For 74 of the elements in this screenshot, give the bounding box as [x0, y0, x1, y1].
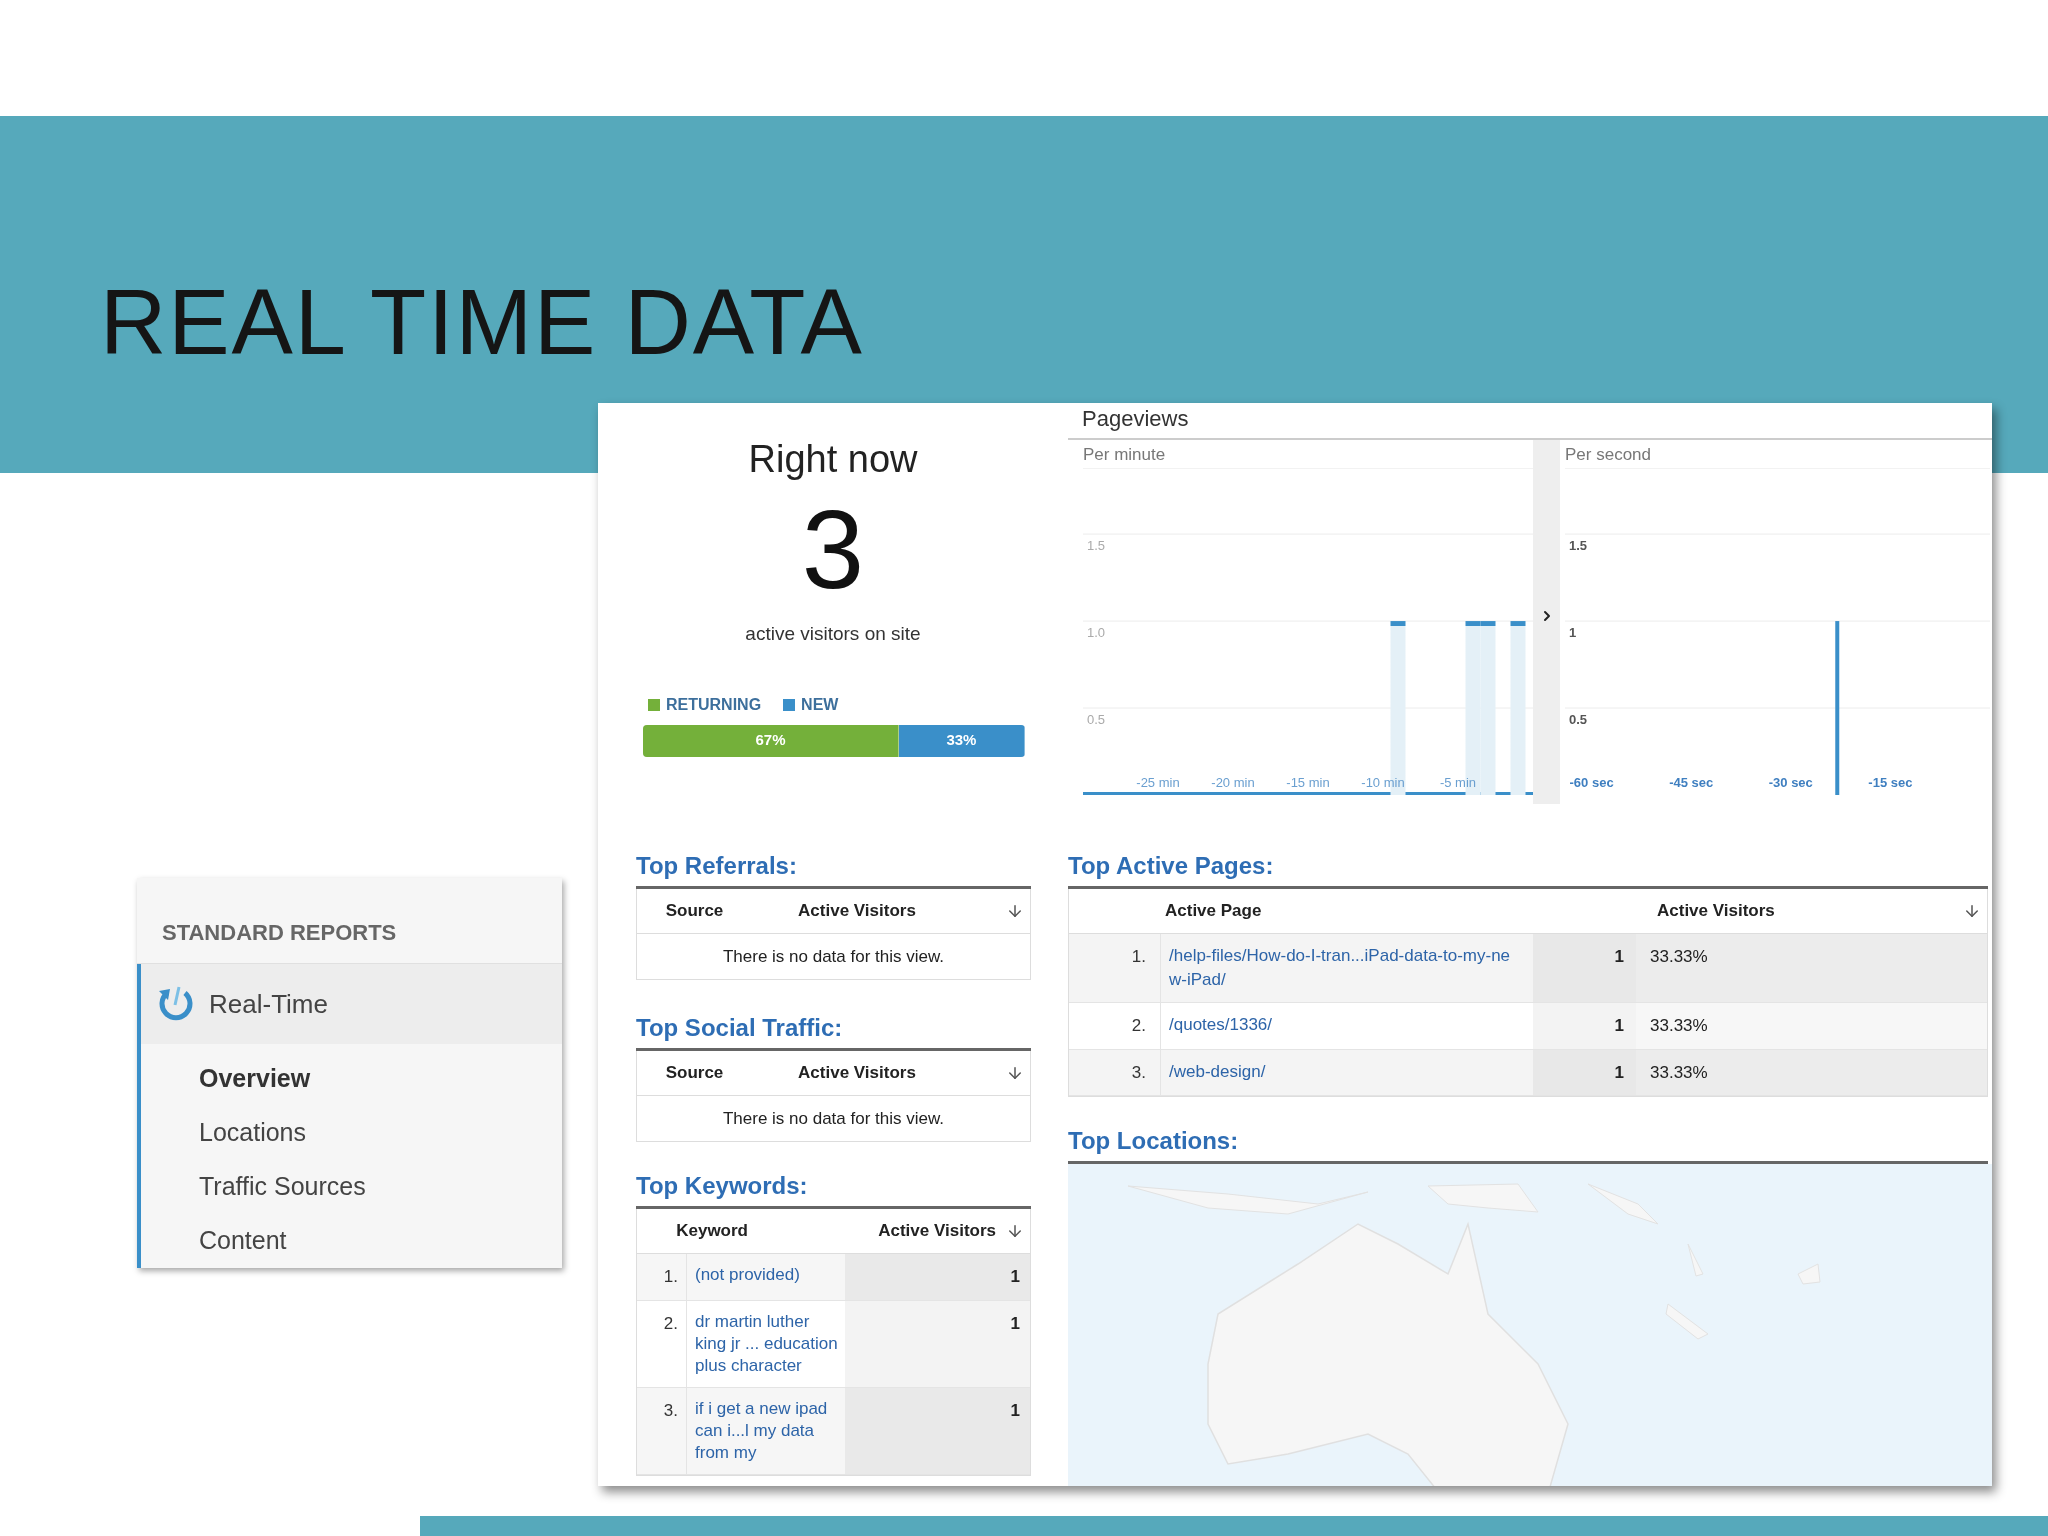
table-cell: 2.	[1069, 1003, 1161, 1049]
empty-message: There is no data for this view.	[722, 945, 945, 968]
chart-subtitle: Per second	[1565, 444, 1651, 466]
chart-title: Pageviews	[1082, 405, 1189, 433]
table-cell: 1	[1533, 1003, 1636, 1049]
keyword-link[interactable]: if i get a new ipad can i...l my data from my	[687, 1387, 845, 1474]
section-heading: Top Social Traffic:	[636, 1014, 843, 1041]
sidebar-item[interactable]: Traffic Sources	[141, 1160, 562, 1214]
y-tick-label: 0.5	[1087, 711, 1106, 727]
sidebar-item[interactable]: Content	[141, 1214, 562, 1268]
y-tick-label: 1	[1569, 624, 1577, 640]
section-heading: Top Locations:	[1068, 1127, 1239, 1154]
sidebar-heading: STANDARD REPORTS	[162, 919, 397, 947]
table-cell: 3.	[637, 1387, 687, 1474]
x-tick-label: -20 min	[1211, 774, 1255, 790]
table-cell: 33.33%	[1636, 1003, 1987, 1049]
right-now-title: Right now	[748, 437, 918, 482]
section-heading: Top Keywords:	[636, 1172, 808, 1199]
x-tick-label: -45 sec	[1669, 774, 1714, 790]
section-heading: Top Referrals:	[636, 852, 797, 879]
page-link[interactable]: /web-design/	[1161, 1049, 1533, 1095]
x-tick-label: -60 sec	[1569, 774, 1614, 790]
visitor-count: 3	[801, 494, 865, 606]
table-cell: 1	[1533, 934, 1636, 1002]
legend-swatch	[648, 698, 660, 711]
slide-title: REAL TIME DATA	[100, 276, 864, 368]
table-cell: 2.	[637, 1300, 687, 1387]
visitor-caption: active visitors on site	[745, 622, 921, 646]
page-link[interactable]: /quotes/1336/	[1161, 1003, 1533, 1049]
table-cell: 3.	[1069, 1049, 1161, 1095]
sidebar-section[interactable]: Real-Time	[141, 964, 562, 1044]
legend-label: RETURNING	[666, 694, 762, 715]
sort-arrow-icon[interactable]	[1006, 902, 1024, 920]
column-header[interactable]: Keyword	[637, 1218, 752, 1244]
column-header[interactable]: Active Visitors	[1629, 898, 1775, 924]
chart-subtitle: Per minute	[1083, 444, 1166, 466]
table-cell: 1.	[1069, 934, 1161, 1002]
table-cell: 1	[845, 1387, 1030, 1474]
table-cell: 1	[845, 1300, 1030, 1387]
table-cell: 1.	[637, 1254, 687, 1300]
column-header[interactable]: Source	[637, 1060, 752, 1086]
sidebar-item[interactable]: Locations	[141, 1106, 562, 1160]
bar-segment: 33%	[898, 724, 1025, 757]
y-tick-label: 1.5	[1087, 537, 1106, 553]
x-tick-label: -5 min	[1439, 774, 1477, 790]
y-tick-label: 0.5	[1569, 711, 1588, 727]
y-tick-label: 1.5	[1569, 537, 1588, 553]
table-cell: 33.33%	[1636, 1049, 1987, 1095]
bar-segment: 67%	[643, 724, 899, 757]
sort-arrow-icon[interactable]	[1006, 1064, 1024, 1082]
page-link[interactable]: /help-files/How-do-I-tran...iPad-data-to-my-new-iPad/	[1161, 934, 1533, 1002]
x-tick-label: -25 min	[1136, 774, 1180, 790]
table-cell: 1	[845, 1254, 1030, 1300]
sort-arrow-icon[interactable]	[1006, 1222, 1024, 1240]
column-header[interactable]: Active Visitors	[752, 898, 962, 924]
keyword-link[interactable]: (not provided)	[687, 1254, 845, 1300]
keyword-link[interactable]: dr martin luther king jr ... education plus character	[687, 1300, 845, 1387]
column-header[interactable]: Source	[637, 898, 752, 924]
section-heading: Top Active Pages:	[1068, 852, 1274, 879]
x-tick-label: -30 sec	[1768, 774, 1813, 790]
table-cell: 1	[1533, 1049, 1636, 1095]
y-tick-label: 1.0	[1087, 624, 1106, 640]
empty-message: There is no data for this view.	[722, 1107, 945, 1130]
column-header[interactable]: Active Page	[1069, 898, 1629, 924]
legend-swatch	[783, 698, 796, 711]
sort-arrow-icon[interactable]	[1963, 902, 1981, 920]
legend-label: NEW	[801, 694, 839, 715]
sidebar-item[interactable]: Overview	[141, 1052, 562, 1106]
column-header[interactable]: Active Visitors	[752, 1218, 1006, 1244]
column-header[interactable]: Active Visitors	[752, 1060, 962, 1086]
x-tick-label: -15 sec	[1868, 774, 1913, 790]
table-cell: 33.33%	[1636, 934, 1987, 1002]
x-tick-label: -10 min	[1361, 774, 1405, 790]
x-tick-label: -15 min	[1286, 774, 1330, 790]
